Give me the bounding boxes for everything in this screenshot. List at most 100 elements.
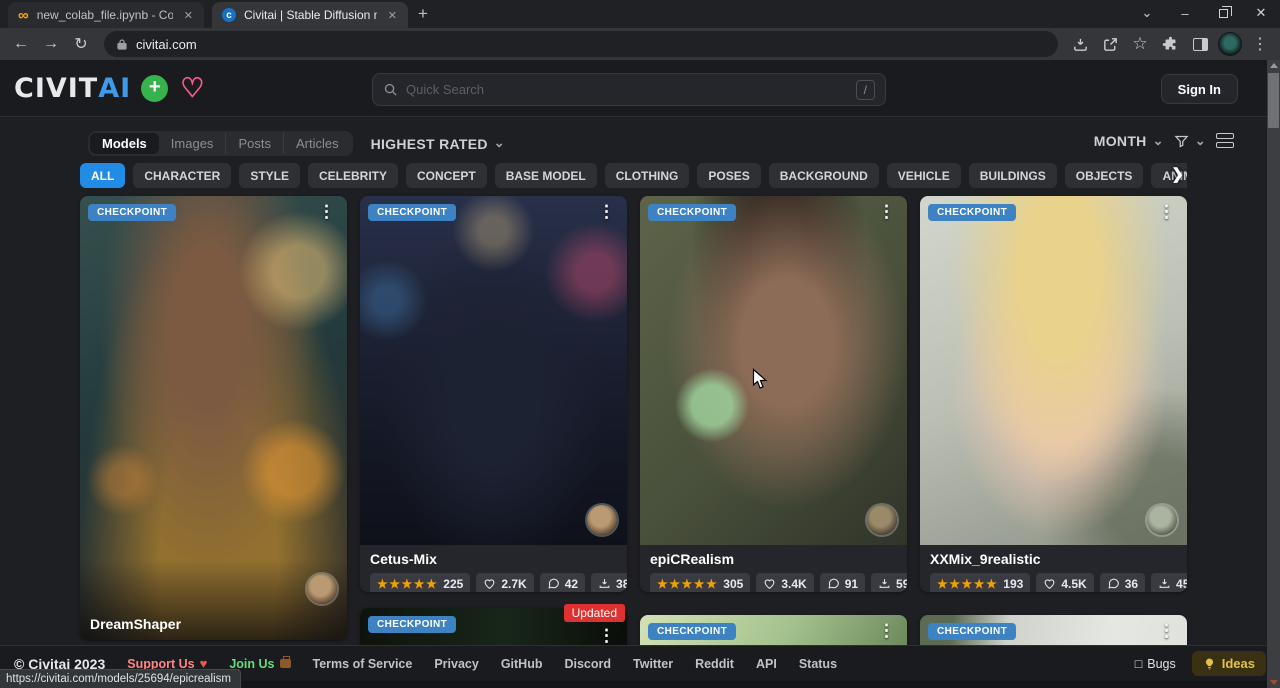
comments-pill[interactable]: 36 <box>1100 573 1145 592</box>
model-card-dreamshaper[interactable]: CHECKPOINT ⋮ DreamShaper <box>80 196 347 640</box>
download-icon[interactable] <box>1068 32 1092 56</box>
scrollbar-thumb[interactable] <box>1268 73 1279 128</box>
chip-concept[interactable]: CONCEPT <box>406 163 487 188</box>
checkpoint-badge[interactable]: CHECKPOINT <box>928 623 1016 640</box>
footer-link-terms[interactable]: Terms of Service <box>313 657 413 671</box>
ideas-button[interactable]: Ideas <box>1192 651 1266 676</box>
downloads-pill[interactable]: 45K <box>1151 573 1187 592</box>
downloads-pill[interactable]: 38K <box>591 573 627 592</box>
creator-avatar[interactable] <box>867 505 897 535</box>
model-grid: CHECKPOINT ⋮ DreamShaper CHECKPOINT ⋮ Ce… <box>80 196 1187 656</box>
creator-avatar[interactable] <box>587 505 617 535</box>
url-input[interactable] <box>136 37 536 52</box>
search-box[interactable]: / <box>372 73 886 106</box>
creator-avatar[interactable] <box>307 574 337 604</box>
layout-toggle-icon[interactable] <box>1216 133 1234 149</box>
tab-articles[interactable]: Articles <box>284 133 351 154</box>
browser-profile-avatar[interactable] <box>1218 32 1242 56</box>
filter-dropdown[interactable]: ⌄ <box>1174 134 1206 149</box>
extensions-puzzle-icon[interactable] <box>1158 32 1182 56</box>
sort-dropdown[interactable]: HIGHEST RATED ⌄ <box>371 136 505 152</box>
checkpoint-badge[interactable]: CHECKPOINT <box>368 204 456 221</box>
share-icon[interactable] <box>1098 32 1122 56</box>
rating-pill[interactable]: ★★★★★ 225 <box>370 573 470 592</box>
chip-objects[interactable]: OBJECTS <box>1065 163 1144 188</box>
address-bar[interactable] <box>104 31 1058 57</box>
scrollbar-up-icon[interactable] <box>1270 63 1278 68</box>
model-card-cetus-mix[interactable]: CHECKPOINT ⋮ Cetus-Mix ★★★★★ 225 2.7K <box>360 196 627 592</box>
tab-colab[interactable]: ∞ new_colab_file.ipynb - Colaborat ✕ <box>8 2 204 28</box>
logo-text-ai: AI <box>98 73 131 104</box>
tab-search-icon[interactable]: ⌄ <box>1128 0 1166 26</box>
minimize-button[interactable]: – <box>1166 0 1204 26</box>
tab-models[interactable]: Models <box>90 133 159 154</box>
chip-background[interactable]: BACKGROUND <box>769 163 879 188</box>
likes-pill[interactable]: 3.4K <box>756 573 813 592</box>
model-card-xxmix9realistic[interactable]: CHECKPOINT ⋮ XXMix_9realistic ★★★★★ 193 … <box>920 196 1187 592</box>
comments-pill[interactable]: 91 <box>820 573 865 592</box>
page-scrollbar[interactable] <box>1267 60 1280 688</box>
downloads-count: 45K <box>1176 577 1187 591</box>
chip-clothing[interactable]: CLOTHING <box>605 163 690 188</box>
checkpoint-badge[interactable]: CHECKPOINT <box>88 204 176 221</box>
tab-images[interactable]: Images <box>159 133 227 154</box>
download-icon <box>598 577 611 590</box>
card-menu-kebab-icon[interactable]: ⋮ <box>1152 200 1181 224</box>
footer-link-reddit[interactable]: Reddit <box>695 657 734 671</box>
checkpoint-badge[interactable]: CHECKPOINT <box>928 204 1016 221</box>
search-input[interactable] <box>406 82 848 97</box>
comments-pill[interactable]: 42 <box>540 573 585 592</box>
footer-link-discord[interactable]: Discord <box>564 657 611 671</box>
likes-pill[interactable]: 2.7K <box>476 573 533 592</box>
card-menu-kebab-icon[interactable]: ⋮ <box>1152 619 1181 643</box>
rating-pill[interactable]: ★★★★★ 305 <box>650 573 750 592</box>
checkpoint-badge[interactable]: CHECKPOINT <box>648 204 736 221</box>
chips-scroll-right-icon[interactable]: ❯ <box>1171 165 1184 183</box>
tab-civitai[interactable]: c Civitai | Stable Diffusion models, ✕ <box>212 2 408 28</box>
footer-link-twitter[interactable]: Twitter <box>633 657 673 671</box>
sign-in-button[interactable]: Sign In <box>1161 74 1238 104</box>
bookmark-star-icon[interactable]: ☆ <box>1128 32 1152 56</box>
rating-pill[interactable]: ★★★★★ 193 <box>930 573 1030 592</box>
chip-vehicle[interactable]: VEHICLE <box>887 163 961 188</box>
scrollbar-down-icon[interactable] <box>1270 680 1278 685</box>
restore-button[interactable] <box>1204 0 1242 26</box>
card-menu-kebab-icon[interactable]: ⋮ <box>312 200 341 224</box>
footer-link-status[interactable]: Status <box>799 657 837 671</box>
close-window-button[interactable]: ✕ <box>1242 0 1280 26</box>
chip-style[interactable]: STYLE <box>239 163 300 188</box>
chip-base-model[interactable]: BASE MODEL <box>495 163 597 188</box>
checkpoint-badge[interactable]: CHECKPOINT <box>368 616 456 633</box>
new-tab-button[interactable]: + <box>418 4 428 24</box>
footer-link-privacy[interactable]: Privacy <box>434 657 478 671</box>
chip-celebrity[interactable]: CELEBRITY <box>308 163 398 188</box>
model-title: Cetus-Mix <box>370 551 617 567</box>
card-menu-kebab-icon[interactable]: ⋮ <box>872 619 901 643</box>
chip-buildings[interactable]: BUILDINGS <box>969 163 1057 188</box>
footer-link-api[interactable]: API <box>756 657 777 671</box>
upload-plus-button[interactable]: + <box>141 75 168 102</box>
forward-button[interactable]: → <box>38 31 64 57</box>
card-menu-kebab-icon[interactable]: ⋮ <box>592 200 621 224</box>
creator-avatar[interactable] <box>1147 505 1177 535</box>
bugs-button[interactable]: □ Bugs <box>1135 657 1176 671</box>
chip-all[interactable]: ALL <box>80 163 125 188</box>
model-card-epicrealism[interactable]: CHECKPOINT ⋮ epiCRealism ★★★★★ 305 3.4K <box>640 196 907 592</box>
side-panel-icon[interactable] <box>1188 32 1212 56</box>
checkpoint-badge[interactable]: CHECKPOINT <box>648 623 736 640</box>
close-tab-icon[interactable]: ✕ <box>181 8 196 23</box>
back-button[interactable]: ← <box>8 31 34 57</box>
downloads-pill[interactable]: 59K <box>871 573 907 592</box>
civitai-logo[interactable]: CIVIT AI <box>14 73 131 104</box>
tab-posts[interactable]: Posts <box>226 133 284 154</box>
browser-menu-kebab-icon[interactable]: ⋮ <box>1248 32 1272 56</box>
chip-poses[interactable]: POSES <box>697 163 760 188</box>
period-dropdown[interactable]: MONTH ⌄ <box>1094 133 1164 149</box>
favorites-heart-icon[interactable]: ♡ <box>180 75 204 102</box>
close-tab-icon[interactable]: ✕ <box>385 8 400 23</box>
chip-character[interactable]: CHARACTER <box>133 163 231 188</box>
footer-link-github[interactable]: GitHub <box>501 657 543 671</box>
likes-pill[interactable]: 4.5K <box>1036 573 1093 592</box>
card-menu-kebab-icon[interactable]: ⋮ <box>872 200 901 224</box>
reload-button[interactable]: ↻ <box>68 31 94 57</box>
